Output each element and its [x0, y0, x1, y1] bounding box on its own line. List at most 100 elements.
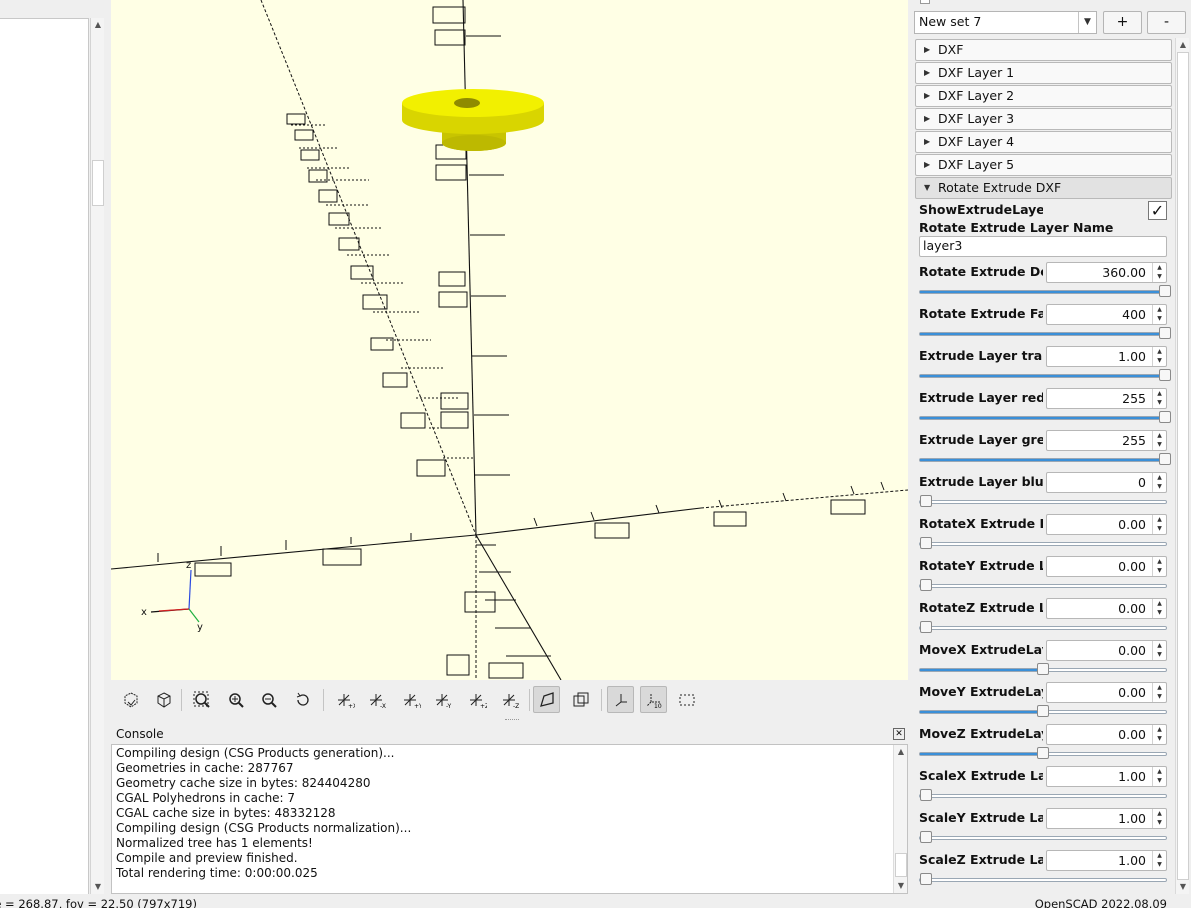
slider-handle[interactable]	[920, 621, 932, 633]
scroll-down-icon[interactable]: ▼	[1176, 880, 1190, 894]
scroll-down-icon[interactable]: ▼	[91, 880, 105, 894]
param-slider[interactable]	[919, 621, 1167, 633]
slider-handle[interactable]	[920, 831, 932, 843]
customizer-scroll-thumb[interactable]	[1177, 52, 1189, 880]
param-spinbox[interactable]: 0.00 ▲ ▼	[1046, 640, 1167, 661]
view-top-icon[interactable]: +Z	[463, 686, 490, 713]
slider-handle[interactable]	[1159, 453, 1171, 465]
param-slider[interactable]	[919, 537, 1167, 549]
view-all-icon[interactable]	[188, 686, 215, 713]
reset-view-icon[interactable]	[289, 686, 316, 713]
spin-arrows-icon[interactable]: ▲ ▼	[1152, 557, 1166, 576]
param-slider[interactable]	[919, 831, 1167, 843]
param-slider[interactable]	[919, 747, 1167, 759]
console-output[interactable]: Compiling design (CSG Products generatio…	[111, 744, 908, 894]
param-spinbox[interactable]: 1.00 ▲ ▼	[1046, 766, 1167, 787]
perspective-icon[interactable]	[533, 686, 560, 713]
group-dxf-layer-3[interactable]: ▶ DXF Layer 3	[915, 108, 1172, 130]
spin-arrows-icon[interactable]: ▲ ▼	[1152, 809, 1166, 828]
scroll-up-icon[interactable]: ▲	[1176, 38, 1190, 52]
slider-handle[interactable]	[1159, 369, 1171, 381]
preview-icon[interactable]	[117, 686, 144, 713]
splitter-handle[interactable]	[505, 719, 519, 722]
spin-arrows-icon[interactable]: ▲ ▼	[1152, 347, 1166, 366]
spin-arrows-icon[interactable]: ▲ ▼	[1152, 599, 1166, 618]
param-spinbox[interactable]: 0.00 ▲ ▼	[1046, 556, 1167, 577]
editor-scroll-thumb[interactable]	[92, 160, 104, 206]
group-rotate-extrude-dxf[interactable]: ▼ Rotate Extrude DXF	[915, 177, 1172, 199]
spin-arrows-icon[interactable]: ▲ ▼	[1152, 641, 1166, 660]
render-icon[interactable]	[150, 686, 177, 713]
param-spinbox[interactable]: 0.00 ▲ ▼	[1046, 682, 1167, 703]
group-dxf-layer-2[interactable]: ▶ DXF Layer 2	[915, 85, 1172, 107]
view-left-icon[interactable]: -X	[363, 686, 390, 713]
slider-handle[interactable]	[1037, 747, 1049, 759]
spin-arrows-icon[interactable]: ▲ ▼	[1152, 263, 1166, 282]
param-slider[interactable]	[919, 411, 1171, 423]
zoom-out-icon[interactable]	[255, 686, 282, 713]
scroll-down-icon[interactable]: ▼	[894, 879, 908, 893]
remove-preset-button[interactable]: -	[1147, 11, 1186, 34]
console-scroll-thumb[interactable]	[895, 853, 907, 877]
param-spinbox[interactable]: 255 ▲ ▼	[1046, 388, 1167, 409]
param-spinbox[interactable]: 1.00 ▲ ▼	[1046, 850, 1167, 871]
param-slider[interactable]	[919, 579, 1167, 591]
spin-arrows-icon[interactable]: ▲ ▼	[1152, 851, 1166, 870]
spin-arrows-icon[interactable]: ▲ ▼	[1152, 431, 1166, 450]
3d-viewport[interactable]: x y z	[111, 0, 908, 680]
show-axes-icon[interactable]	[607, 686, 634, 713]
view-back-icon[interactable]: +Y	[397, 686, 424, 713]
spin-arrows-icon[interactable]: ▲ ▼	[1152, 683, 1166, 702]
console-scrollbar[interactable]: ▲ ▼	[893, 745, 907, 893]
editor-text-area[interactable]	[0, 18, 89, 894]
param-slider[interactable]	[919, 327, 1171, 339]
show-scale-markers-icon[interactable]: 10	[640, 686, 667, 713]
slider-handle[interactable]	[1037, 663, 1049, 675]
orthogonal-icon[interactable]	[567, 686, 594, 713]
customizer-scrollbar[interactable]: ▲ ▼	[1175, 38, 1189, 894]
param-spinbox[interactable]: 0 ▲ ▼	[1046, 472, 1167, 493]
layer-name-input[interactable]: layer3	[919, 236, 1167, 257]
spin-arrows-icon[interactable]: ▲ ▼	[1152, 473, 1166, 492]
scroll-up-icon[interactable]: ▲	[894, 745, 908, 759]
slider-handle[interactable]	[1159, 285, 1171, 297]
param-spinbox[interactable]: 0.00 ▲ ▼	[1046, 724, 1167, 745]
param-spinbox[interactable]: 1.00 ▲ ▼	[1046, 808, 1167, 829]
param-slider[interactable]	[919, 873, 1167, 885]
view-bottom-icon[interactable]: -Z	[496, 686, 523, 713]
view-front-icon[interactable]: -Y	[429, 686, 456, 713]
slider-handle[interactable]	[1159, 411, 1171, 423]
param-slider[interactable]	[919, 495, 1167, 507]
group-dxf-layer-1[interactable]: ▶ DXF Layer 1	[915, 62, 1172, 84]
spin-arrows-icon[interactable]: ▲ ▼	[1152, 725, 1166, 744]
slider-handle[interactable]	[920, 789, 932, 801]
editor-scrollbar[interactable]: ▲ ▼	[90, 18, 104, 894]
spin-arrows-icon[interactable]: ▲ ▼	[1152, 305, 1166, 324]
add-preset-button[interactable]: +	[1103, 11, 1142, 34]
param-slider[interactable]	[919, 705, 1167, 717]
slider-handle[interactable]	[920, 873, 932, 885]
param-spinbox[interactable]: 360.00 ▲ ▼	[1046, 262, 1167, 283]
view-right-icon[interactable]: +X	[331, 686, 358, 713]
slider-handle[interactable]	[1159, 327, 1171, 339]
param-slider[interactable]	[919, 453, 1171, 465]
spin-arrows-icon[interactable]: ▲ ▼	[1152, 515, 1166, 534]
slider-handle[interactable]	[920, 537, 932, 549]
param-slider[interactable]	[919, 663, 1167, 675]
group-dxf-layer-5[interactable]: ▶ DXF Layer 5	[915, 154, 1172, 176]
param-spinbox[interactable]: 400 ▲ ▼	[1046, 304, 1167, 325]
chevron-down-icon[interactable]: ▼	[1078, 12, 1096, 33]
param-spinbox[interactable]: 1.00 ▲ ▼	[1046, 346, 1167, 367]
preset-select[interactable]: New set 7 ▼	[914, 11, 1097, 34]
group-dxf[interactable]: ▶ DXF	[915, 39, 1172, 61]
slider-handle[interactable]	[920, 495, 932, 507]
slider-handle[interactable]	[920, 579, 932, 591]
param-slider[interactable]	[919, 285, 1171, 297]
zoom-in-icon[interactable]	[222, 686, 249, 713]
param-spinbox[interactable]: 0.00 ▲ ▼	[1046, 514, 1167, 535]
show-extrude-layer-checkbox[interactable]: ✓	[1148, 201, 1167, 220]
code-editor-pane[interactable]: ▲ ▼	[0, 0, 106, 894]
spin-arrows-icon[interactable]: ▲ ▼	[1152, 767, 1166, 786]
spin-arrows-icon[interactable]: ▲ ▼	[1152, 389, 1166, 408]
group-dxf-layer-4[interactable]: ▶ DXF Layer 4	[915, 131, 1172, 153]
